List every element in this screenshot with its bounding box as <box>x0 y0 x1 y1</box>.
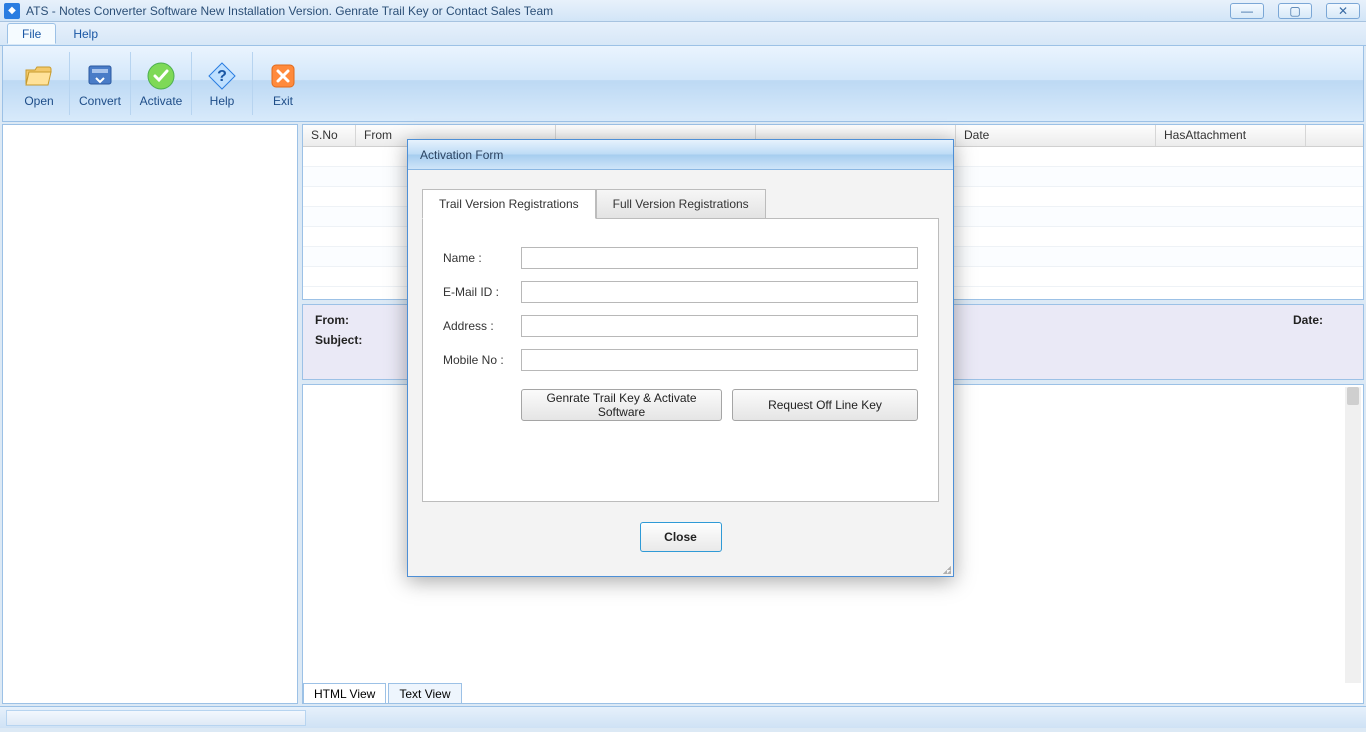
window-title: ATS - Notes Converter Software New Insta… <box>26 4 553 18</box>
name-label: Name : <box>443 251 521 265</box>
tab-full-registration[interactable]: Full Version Registrations <box>596 189 766 219</box>
tab-html-label: HTML View <box>314 687 375 701</box>
dialog-close-label: Close <box>664 530 697 544</box>
exit-label: Exit <box>273 94 293 108</box>
info-date-label: Date: <box>1293 313 1323 327</box>
convert-icon <box>84 60 116 92</box>
mobile-label: Mobile No : <box>443 353 521 367</box>
menu-file-label: File <box>22 27 41 41</box>
email-label: E-Mail ID : <box>443 285 521 299</box>
menu-help[interactable]: Help <box>58 23 113 44</box>
generate-trail-key-label: Genrate Trail Key & Activate Software <box>538 391 705 419</box>
title-bar: ◆ ATS - Notes Converter Software New Ins… <box>0 0 1366 22</box>
status-cell <box>6 710 306 726</box>
maximize-button[interactable]: ▢ <box>1278 3 1312 19</box>
exit-button[interactable]: Exit <box>255 52 311 115</box>
menu-file[interactable]: File <box>7 23 56 44</box>
tab-trail-label: Trail Version Registrations <box>439 197 579 211</box>
svg-text:?: ? <box>217 68 227 85</box>
name-input[interactable] <box>521 247 918 269</box>
activation-dialog: Activation Form Trail Version Registrati… <box>407 139 954 577</box>
request-offline-key-button[interactable]: Request Off Line Key <box>732 389 918 421</box>
dialog-tabs: Trail Version Registrations Full Version… <box>422 188 939 218</box>
status-bar <box>0 706 1366 728</box>
view-tabs: HTML View Text View <box>303 683 464 703</box>
app-icon: ◆ <box>4 3 20 19</box>
dialog-title: Activation Form <box>420 148 503 162</box>
info-from-label: From: <box>315 313 385 327</box>
tree-pane[interactable] <box>2 124 298 704</box>
preview-scrollbar[interactable] <box>1345 387 1361 683</box>
address-input[interactable] <box>521 315 918 337</box>
menu-bar: File Help <box>0 22 1366 46</box>
folder-open-icon <box>23 60 55 92</box>
minimize-button[interactable]: — <box>1230 3 1264 19</box>
resize-grip-icon[interactable] <box>939 562 951 574</box>
close-window-button[interactable]: ✕ <box>1326 3 1360 19</box>
generate-trail-key-button[interactable]: Genrate Trail Key & Activate Software <box>521 389 722 421</box>
window-controls: — ▢ ✕ <box>1230 0 1360 22</box>
convert-label: Convert <box>79 94 121 108</box>
col-spacer <box>1306 125 1363 146</box>
address-label: Address : <box>443 319 521 333</box>
tab-html-view[interactable]: HTML View <box>303 683 386 703</box>
open-label: Open <box>24 94 53 108</box>
dialog-close-button[interactable]: Close <box>640 522 722 552</box>
tab-text-view[interactable]: Text View <box>388 683 461 703</box>
help-label: Help <box>210 94 235 108</box>
dialog-tab-page: Name : E-Mail ID : Address : Mobile No :… <box>422 218 939 502</box>
request-offline-key-label: Request Off Line Key <box>768 398 882 412</box>
preview-scroll-thumb[interactable] <box>1347 387 1359 405</box>
tab-trail-registration[interactable]: Trail Version Registrations <box>422 189 596 219</box>
toolbar: Open Convert Activate ? Help <box>2 46 1364 122</box>
open-button[interactable]: Open <box>11 52 67 115</box>
check-circle-icon <box>145 60 177 92</box>
tab-full-label: Full Version Registrations <box>613 197 749 211</box>
tab-text-label: Text View <box>399 687 450 701</box>
help-button[interactable]: ? Help <box>194 52 250 115</box>
convert-button[interactable]: Convert <box>72 52 128 115</box>
email-input[interactable] <box>521 281 918 303</box>
help-icon: ? <box>206 60 238 92</box>
info-subject-label: Subject: <box>315 333 385 347</box>
col-date[interactable]: Date <box>956 125 1156 146</box>
dialog-title-bar[interactable]: Activation Form <box>408 140 953 170</box>
mobile-input[interactable] <box>521 349 918 371</box>
activate-button[interactable]: Activate <box>133 52 189 115</box>
activate-label: Activate <box>140 94 183 108</box>
menu-help-label: Help <box>73 27 98 41</box>
exit-icon <box>267 60 299 92</box>
col-hasattachment[interactable]: HasAttachment <box>1156 125 1306 146</box>
col-sno[interactable]: S.No <box>303 125 356 146</box>
